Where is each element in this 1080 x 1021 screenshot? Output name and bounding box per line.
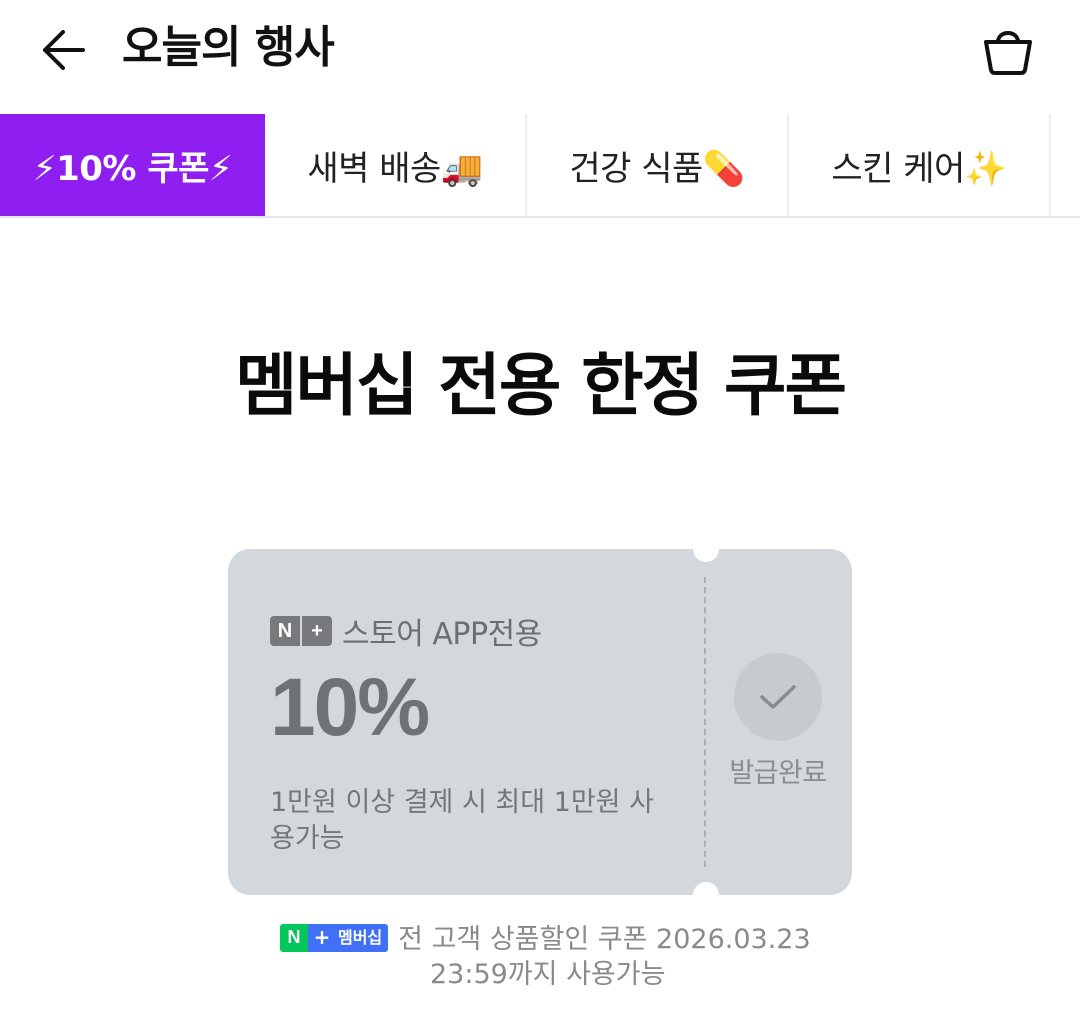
tab-dawn-delivery[interactable]: 새벽 배송🚚 bbox=[265, 114, 527, 216]
naver-plus-membership-badge: N + 멤버십 bbox=[280, 923, 389, 952]
coupon-brand-text: 스토어 APP전용 bbox=[342, 617, 542, 652]
cart-button[interactable] bbox=[970, 14, 1046, 84]
coupon-notch-bottom bbox=[693, 882, 719, 908]
naver-n-logo: N bbox=[270, 616, 300, 646]
back-button[interactable] bbox=[28, 18, 98, 82]
tab-skin-care[interactable]: 스킨 케어✨ bbox=[789, 114, 1051, 216]
tab-next-partial[interactable] bbox=[1051, 114, 1080, 216]
tab-label: 건강 식품💊 bbox=[569, 148, 745, 189]
page-title: 오늘의 행사 bbox=[122, 22, 335, 73]
membership-badge-text: 멤버십 bbox=[336, 923, 389, 952]
coupon-notch-top bbox=[693, 536, 719, 562]
footnote-line-1: 전 고객 상품할인 쿠폰 2026.03.23 bbox=[398, 924, 811, 955]
promo-headline: 멤버십 전용 한정 쿠폰 bbox=[234, 347, 847, 426]
coupon-description: 1만원 이상 결제 시 최대 1만원 사용가능 bbox=[270, 787, 654, 854]
tab-health-food[interactable]: 건강 식품💊 bbox=[527, 114, 789, 216]
tab-10-percent-coupon[interactable]: ⚡10% 쿠폰⚡ bbox=[0, 114, 265, 216]
coupon-perforation bbox=[704, 577, 706, 867]
shopping-bag-icon bbox=[984, 31, 1032, 75]
arrow-left-icon bbox=[43, 30, 85, 70]
tab-label: 스킨 케어✨ bbox=[831, 148, 1007, 189]
category-tabs: ⚡10% 쿠폰⚡ 새벽 배송🚚 건강 식품💊 스킨 케어✨ bbox=[0, 114, 1080, 218]
coupon-discount: 10% bbox=[270, 662, 430, 753]
issued-status-label: 발급완료 bbox=[729, 758, 827, 789]
plus-logo: + bbox=[308, 923, 336, 952]
coupon-brand-row: N + 스토어 APP전용 bbox=[270, 609, 542, 653]
plus-logo: + bbox=[302, 616, 332, 646]
tab-label: ⚡10% 쿠폰⚡ bbox=[32, 148, 233, 189]
footnote-line-2: 23:59까지 사용가능 bbox=[430, 959, 666, 990]
coupon-footnote: N + 멤버십 전 고객 상품할인 쿠폰 2026.03.23 23:59까지 … bbox=[280, 922, 840, 992]
check-icon bbox=[760, 685, 796, 709]
naver-plus-badge: N + bbox=[270, 616, 332, 646]
coupon-card[interactable]: N + 스토어 APP전용 10% 1만원 이상 결제 시 최대 1만원 사용가… bbox=[228, 536, 852, 908]
app-header: 오늘의 행사 bbox=[0, 0, 1080, 114]
issued-status-button[interactable] bbox=[734, 653, 822, 741]
tab-label: 새벽 배송🚚 bbox=[307, 148, 483, 189]
naver-n-logo: N bbox=[280, 923, 308, 952]
